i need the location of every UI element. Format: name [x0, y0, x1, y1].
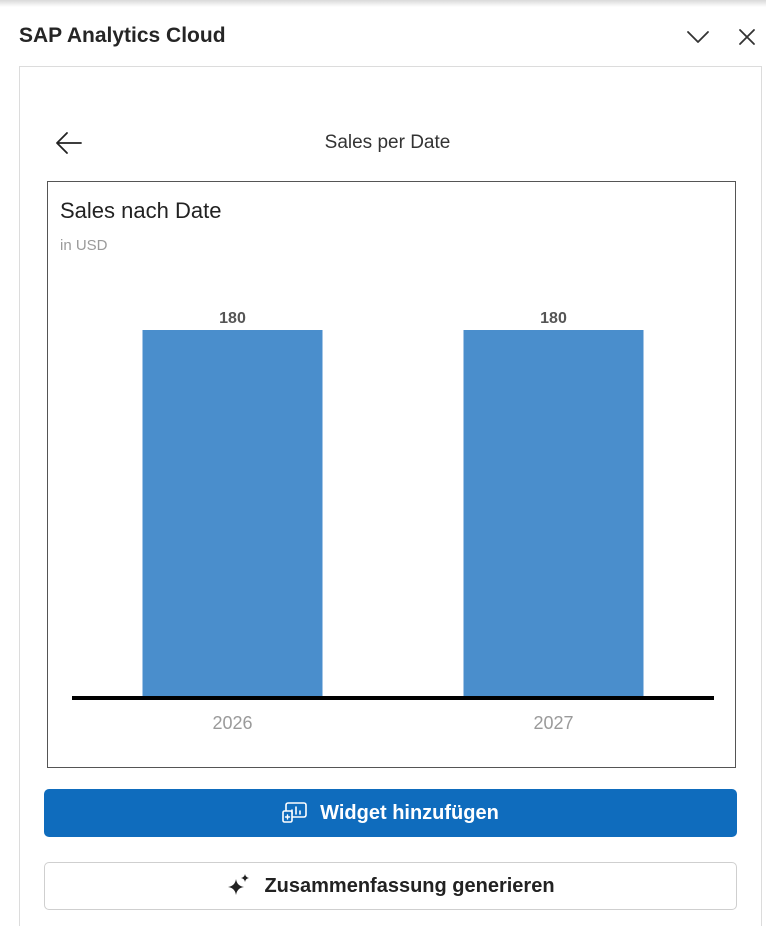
app-header: SAP Analytics Cloud	[0, 10, 766, 62]
close-button[interactable]	[734, 24, 760, 50]
back-button[interactable]	[54, 129, 84, 157]
sparkle-icon	[226, 873, 252, 899]
bar-2026[interactable]	[142, 330, 323, 698]
bar-2027[interactable]	[463, 330, 644, 698]
data-label: 180	[219, 310, 246, 327]
data-label: 180	[540, 310, 567, 327]
x-tick-label: 2026	[212, 713, 252, 733]
close-icon	[739, 29, 755, 45]
collapse-button[interactable]	[685, 24, 711, 50]
bar-chart: 180 2026 180 2027	[72, 310, 714, 733]
app-title: SAP Analytics Cloud	[19, 24, 226, 47]
chart-card[interactable]: Sales nach Date in USD 180 2026 180 2027	[47, 181, 736, 768]
generate-summary-button[interactable]: Zusammenfassung generieren	[44, 862, 737, 910]
add-widget-button[interactable]: Widget hinzufügen	[44, 789, 737, 837]
x-tick-label: 2027	[533, 713, 573, 733]
generate-summary-label: Zusammenfassung generieren	[264, 874, 555, 897]
page-title: Sales per Date	[324, 132, 451, 153]
top-shadow	[0, 0, 766, 7]
add-widget-label: Widget hinzufügen	[320, 801, 499, 824]
widget-chart-icon	[282, 802, 308, 824]
chevron-down-icon	[687, 31, 709, 43]
arrow-left-icon	[56, 132, 82, 154]
